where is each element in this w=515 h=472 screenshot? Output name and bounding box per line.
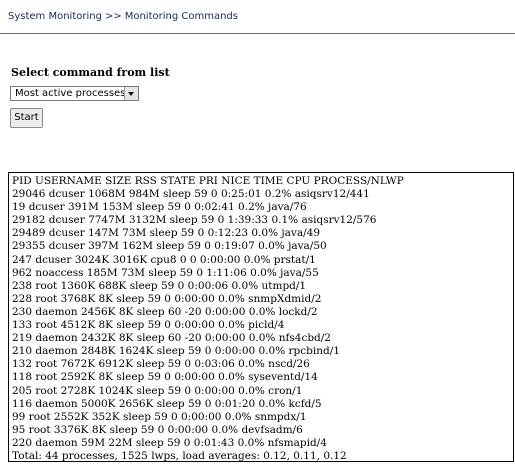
process-row: 133 root 4512K 8K sleep 59 0 0:00:00 0.0… (12, 319, 285, 332)
breadcrumb-separator: >> (104, 11, 122, 22)
process-row: 116 daemon 5000K 2656K sleep 59 0 0:01:2… (12, 397, 322, 410)
command-output-textarea[interactable]: PID USERNAME SIZE RSS STATE PRI NICE TIM… (8, 172, 514, 462)
process-row: 29046 dcuser 1068M 984M sleep 59 0 0:25:… (12, 188, 370, 201)
process-row: 118 root 2592K 8K sleep 59 0 0:00:00 0.0… (12, 371, 318, 384)
process-row: 230 daemon 2456K 8K sleep 60 -20 0:00:00… (12, 305, 318, 318)
process-row: 29489 dcuser 147M 73M sleep 59 0 0:12:23… (12, 227, 321, 240)
select-command-label: Select command from list (11, 66, 170, 79)
process-row: 228 root 3768K 8K sleep 59 0 0:00:00 0.0… (12, 292, 322, 305)
process-row: 29182 dcuser 7747M 3132M sleep 59 0 1:39… (12, 214, 377, 227)
process-row: 99 root 2552K 352K sleep 59 0 0:00:00 0.… (12, 410, 307, 423)
chevron-down-icon (128, 92, 134, 96)
process-row: 132 root 7672K 6912K sleep 59 0 0:03:06 … (12, 358, 310, 371)
process-row: 220 daemon 59M 22M sleep 59 0 0:01:43 0.… (12, 436, 327, 449)
header-divider (0, 33, 515, 34)
breadcrumb-system-monitoring-link[interactable]: System Monitoring (8, 11, 102, 22)
output-header-row: PID USERNAME SIZE RSS STATE PRI NICE TIM… (12, 175, 404, 187)
process-row: 205 root 2728K 1024K sleep 59 0 0:00:00 … (12, 384, 303, 397)
process-row: 962 noaccess 185M 73M sleep 59 0 1:11:06… (12, 266, 319, 279)
output-rows: 29046 dcuser 1068M 984M sleep 59 0 0:25:… (12, 188, 513, 450)
process-row: 238 root 1360K 688K sleep 59 0 0:00:06 0… (12, 279, 307, 292)
output-summary-row: Total: 44 processes, 1525 lwps, load ave… (12, 449, 347, 462)
breadcrumb-monitoring-commands-link[interactable]: Monitoring Commands (125, 11, 238, 22)
process-row: 247 dcuser 3024K 3016K cpu8 0 0 0:00:00 … (12, 253, 316, 266)
process-row: 210 daemon 2848K 1624K sleep 59 0 0:00:0… (12, 345, 340, 358)
breadcrumb: System Monitoring >> Monitoring Commands (8, 11, 238, 22)
start-button[interactable]: Start (10, 108, 43, 128)
process-row: 95 root 3376K 8K sleep 59 0 0:00:00 0.0%… (12, 423, 303, 436)
command-select-value: Most active processes (15, 88, 126, 99)
dropdown-arrow-button[interactable] (124, 87, 138, 100)
command-select[interactable]: Most active processes (10, 86, 139, 101)
process-row: 219 daemon 2432K 8K sleep 60 -20 0:00:00… (12, 332, 331, 345)
process-row: 29355 dcuser 397M 162M sleep 59 0 0:19:0… (12, 240, 327, 253)
process-row: 19 dcuser 391M 153M sleep 59 0 0:02:41 0… (12, 201, 307, 214)
